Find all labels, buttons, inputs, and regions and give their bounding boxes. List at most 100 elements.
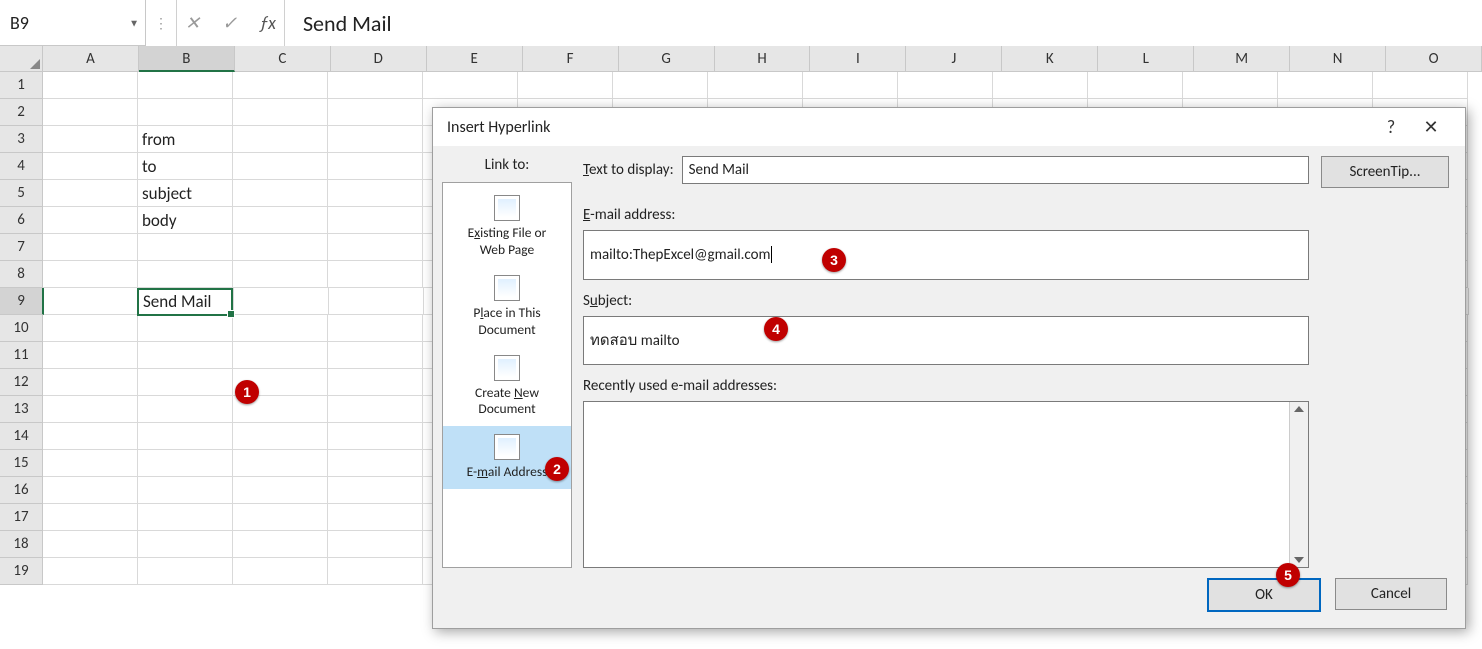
col-header-H[interactable]: H	[715, 46, 811, 72]
cell-B12[interactable]	[138, 369, 233, 396]
row-header-10[interactable]: 10	[0, 315, 43, 342]
cell-A14[interactable]	[43, 423, 138, 450]
row-header-19[interactable]: 19	[0, 558, 43, 585]
cell-C19[interactable]	[233, 558, 328, 585]
col-header-L[interactable]: L	[1098, 46, 1194, 72]
cell-C9[interactable]	[234, 288, 329, 315]
cell-K1[interactable]	[993, 72, 1088, 99]
screentip-button[interactable]: ScreenTip...	[1321, 156, 1449, 188]
col-header-F[interactable]: F	[523, 46, 619, 72]
cell-A2[interactable]	[43, 99, 138, 126]
cell-C1[interactable]	[233, 72, 328, 99]
cell-C11[interactable]	[233, 342, 328, 369]
col-header-B[interactable]: B	[139, 46, 235, 72]
cell-D13[interactable]	[328, 396, 423, 423]
cell-B2[interactable]	[138, 99, 233, 126]
cell-B9[interactable]: Send Mail	[139, 288, 234, 315]
col-header-A[interactable]: A	[43, 46, 139, 72]
cell-D14[interactable]	[328, 423, 423, 450]
cell-D1[interactable]	[328, 72, 423, 99]
cell-D7[interactable]	[328, 234, 423, 261]
cell-A12[interactable]	[43, 369, 138, 396]
cell-A16[interactable]	[43, 477, 138, 504]
cell-D2[interactable]	[328, 99, 423, 126]
scrollbar[interactable]	[1289, 402, 1308, 567]
cell-D5[interactable]	[328, 180, 423, 207]
text-to-display-input[interactable]: Send Mail	[682, 156, 1309, 184]
name-box[interactable]: B9 ▼	[0, 0, 146, 46]
row-header-6[interactable]: 6	[0, 207, 43, 234]
row-header-12[interactable]: 12	[0, 369, 43, 396]
cell-D4[interactable]	[328, 153, 423, 180]
fx-icon[interactable]: ƒx	[259, 12, 276, 34]
cell-A18[interactable]	[43, 531, 138, 558]
cell-D6[interactable]	[328, 207, 423, 234]
cell-D8[interactable]	[328, 261, 423, 288]
cell-B3[interactable]: from	[138, 126, 233, 153]
cell-D15[interactable]	[328, 450, 423, 477]
row-header-8[interactable]: 8	[0, 261, 43, 288]
linkto-existing-file[interactable]: Existing File orWeb Page	[443, 187, 571, 267]
cell-D3[interactable]	[328, 126, 423, 153]
cell-C17[interactable]	[233, 504, 328, 531]
cell-C14[interactable]	[233, 423, 328, 450]
cell-D16[interactable]	[328, 477, 423, 504]
cell-C8[interactable]	[233, 261, 328, 288]
cell-C5[interactable]	[233, 180, 328, 207]
cell-E1[interactable]	[423, 72, 518, 99]
email-address-input[interactable]: mailto:ThepExcel@gmail.com	[583, 230, 1309, 280]
cell-B16[interactable]	[138, 477, 233, 504]
cell-B4[interactable]: to	[138, 153, 233, 180]
close-icon[interactable]: ✕	[1411, 116, 1451, 138]
cell-F1[interactable]	[518, 72, 613, 99]
cell-B17[interactable]	[138, 504, 233, 531]
chevron-down-icon[interactable]: ▼	[129, 16, 139, 29]
cancel-icon[interactable]: ✕	[185, 12, 200, 34]
cell-B14[interactable]	[138, 423, 233, 450]
cell-D9[interactable]	[329, 288, 424, 315]
row-header-1[interactable]: 1	[0, 72, 43, 99]
cell-A17[interactable]	[43, 504, 138, 531]
cell-C2[interactable]	[233, 99, 328, 126]
row-header-9[interactable]: 9	[0, 288, 44, 315]
cell-A6[interactable]	[43, 207, 138, 234]
linkto-create-new[interactable]: Create NewDocument	[443, 347, 571, 427]
col-header-E[interactable]: E	[427, 46, 523, 72]
cell-D19[interactable]	[328, 558, 423, 585]
cell-A7[interactable]	[43, 234, 138, 261]
col-header-J[interactable]: J	[906, 46, 1002, 72]
cell-B6[interactable]: body	[138, 207, 233, 234]
cell-L1[interactable]	[1088, 72, 1183, 99]
row-header-15[interactable]: 15	[0, 450, 43, 477]
cell-D18[interactable]	[328, 531, 423, 558]
cell-B10[interactable]	[138, 315, 233, 342]
row-header-4[interactable]: 4	[0, 153, 43, 180]
row-header-11[interactable]: 11	[0, 342, 43, 369]
cell-B15[interactable]	[138, 450, 233, 477]
cell-A19[interactable]	[43, 558, 138, 585]
cell-A4[interactable]	[43, 153, 138, 180]
col-header-D[interactable]: D	[331, 46, 427, 72]
cell-B5[interactable]: subject	[138, 180, 233, 207]
cell-C6[interactable]	[233, 207, 328, 234]
linkto-place-in-doc[interactable]: Place in ThisDocument	[443, 267, 571, 347]
cell-B1[interactable]	[138, 72, 233, 99]
formula-bar-input[interactable]: Send Mail	[285, 0, 1482, 46]
cell-D10[interactable]	[328, 315, 423, 342]
cell-N1[interactable]	[1278, 72, 1373, 99]
row-header-2[interactable]: 2	[0, 99, 43, 126]
cell-B13[interactable]	[138, 396, 233, 423]
cell-C15[interactable]	[233, 450, 328, 477]
cell-H1[interactable]	[708, 72, 803, 99]
col-header-G[interactable]: G	[619, 46, 715, 72]
row-header-14[interactable]: 14	[0, 423, 43, 450]
row-header-16[interactable]: 16	[0, 477, 43, 504]
row-header-7[interactable]: 7	[0, 234, 43, 261]
subject-input[interactable]: ทดสอบ mailto	[583, 316, 1309, 366]
cell-D17[interactable]	[328, 504, 423, 531]
cell-G1[interactable]	[613, 72, 708, 99]
cell-B11[interactable]	[138, 342, 233, 369]
col-header-N[interactable]: N	[1290, 46, 1386, 72]
cell-J1[interactable]	[898, 72, 993, 99]
cell-O1[interactable]	[1373, 72, 1468, 99]
